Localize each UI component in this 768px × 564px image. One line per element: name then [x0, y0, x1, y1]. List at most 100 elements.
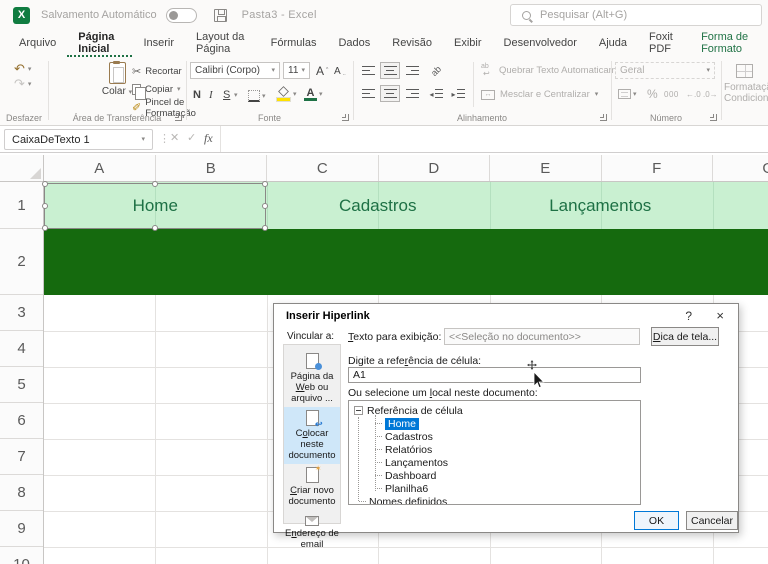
autosave-toggle[interactable]: [165, 7, 197, 23]
bold-button[interactable]: N: [193, 87, 201, 103]
close-icon[interactable]: ×: [716, 308, 724, 323]
tab-dados[interactable]: Dados: [327, 30, 381, 57]
tab-pagina-inicial[interactable]: Página Inicial: [67, 30, 133, 57]
align-left-button[interactable]: [358, 85, 378, 102]
cut-button[interactable]: Recortar: [132, 64, 181, 79]
name-box[interactable]: CaixaDeTexto 1: [4, 129, 153, 150]
dialog-launcher-icon[interactable]: [342, 114, 349, 121]
tab-desenvolvedor[interactable]: Desenvolvedor: [493, 30, 588, 57]
increase-indent-button[interactable]: [448, 85, 468, 102]
tab-formulas[interactable]: Fórmulas: [260, 30, 328, 57]
row-header-10[interactable]: 10: [0, 547, 43, 564]
tree-root-defined-names[interactable]: Nomes definidos: [354, 495, 635, 505]
sidebar-item-new-document[interactable]: Criar novo documento: [284, 463, 340, 510]
alignment-group-label: Alinhamento: [456, 113, 508, 123]
align-top-icon: [361, 66, 375, 75]
tree-item-dashboard[interactable]: Dashboard: [354, 469, 635, 482]
row-header-7[interactable]: 7: [0, 439, 43, 475]
tab-ajuda[interactable]: Ajuda: [588, 30, 638, 57]
cancel-button[interactable]: Cancelar: [686, 511, 738, 530]
tree-item-relatorios[interactable]: Relatórios: [354, 443, 635, 456]
banner-gridline: [490, 182, 491, 229]
orientation-button[interactable]: [426, 62, 446, 79]
font-name-combo[interactable]: Calibri (Corpo): [190, 62, 280, 79]
row-header-5[interactable]: 5: [0, 367, 43, 403]
chevron-down-icon[interactable]: [234, 92, 238, 99]
dialog-launcher-icon[interactable]: [175, 114, 182, 121]
tab-exibir[interactable]: Exibir: [443, 30, 493, 57]
number-format-combo: Geral: [615, 62, 715, 79]
font-color-icon: [304, 88, 317, 101]
dialog-launcher-icon[interactable]: [600, 114, 607, 121]
tab-arquivo[interactable]: Arquivo: [8, 30, 67, 57]
borders-button[interactable]: [248, 88, 266, 104]
sidebar-item-email[interactable]: Endereço de email: [284, 510, 340, 553]
column-header-g[interactable]: G: [713, 155, 768, 181]
column-header-e[interactable]: E: [490, 155, 602, 181]
row-header-2[interactable]: 2: [0, 229, 43, 295]
row-header-3[interactable]: 3: [0, 295, 43, 331]
tab-layout-da-pagina[interactable]: Layout da Página: [185, 30, 260, 57]
tree-item-lancamentos[interactable]: Lançamentos: [354, 456, 635, 469]
align-bottom-icon: [405, 66, 419, 75]
insert-function-icon[interactable]: fx: [204, 131, 213, 146]
decrease-font-button[interactable]: Aˆ: [334, 63, 345, 79]
italic-button[interactable]: I: [209, 87, 213, 103]
dark-green-band-row[interactable]: [44, 229, 768, 295]
column-header-b[interactable]: B: [156, 155, 267, 181]
ok-button[interactable]: OK: [634, 511, 679, 530]
tree-root-cell-reference[interactable]: Referência de célula: [354, 404, 635, 417]
align-bottom-button[interactable]: [402, 62, 422, 79]
align-top-button[interactable]: [358, 62, 378, 79]
align-center-button[interactable]: [380, 85, 400, 102]
font-size-combo[interactable]: 11: [283, 62, 310, 79]
row-header-4[interactable]: 4: [0, 331, 43, 367]
underline-button[interactable]: S: [223, 87, 230, 103]
row-header-8[interactable]: 8: [0, 475, 43, 511]
tree-root-label: Referência de célula: [367, 404, 463, 417]
cell-reference-input[interactable]: A1: [348, 367, 641, 383]
search-box[interactable]: Pesquisar (Alt+G): [510, 4, 762, 26]
nav-banner-row: Home Cadastros Lançamentos: [44, 182, 768, 229]
column-header-c[interactable]: C: [267, 155, 379, 181]
dialog-help-button[interactable]: ?: [685, 309, 692, 323]
confirm-entry-icon: [187, 131, 196, 144]
tree-item-planilha6[interactable]: Planilha6: [354, 482, 635, 495]
fill-color-button[interactable]: [276, 86, 297, 102]
tree-item-cadastros[interactable]: Cadastros: [354, 430, 635, 443]
tab-revisao[interactable]: Revisão: [381, 30, 443, 57]
row-header-9[interactable]: 9: [0, 511, 43, 547]
align-right-button[interactable]: [402, 85, 422, 102]
indent-lines-icon: [456, 89, 465, 98]
column-header-a[interactable]: A: [44, 155, 156, 181]
tab-forma-de-formato[interactable]: Forma de Formato: [690, 30, 768, 57]
select-place-label: Ou selecione um local neste documento:: [348, 387, 538, 399]
chevron-down-icon: [28, 66, 32, 73]
screentip-button[interactable]: Dica de tela...: [651, 327, 719, 346]
comma-style-button: 000: [664, 89, 679, 99]
sidebar-item-web-page[interactable]: Página da Web ou arquivo ...: [284, 350, 340, 407]
column-header-f[interactable]: F: [602, 155, 713, 181]
column-header-d[interactable]: D: [379, 155, 490, 181]
tab-inserir[interactable]: Inserir: [132, 30, 185, 57]
formula-input[interactable]: [220, 126, 768, 152]
row-header-1[interactable]: 1: [0, 182, 43, 229]
save-icon[interactable]: [213, 8, 227, 22]
decrease-indent-button[interactable]: [426, 85, 446, 102]
select-all-corner[interactable]: [0, 155, 44, 182]
row-header-6[interactable]: 6: [0, 403, 43, 439]
sidebar-item-place-in-document[interactable]: Colocar neste documento: [284, 407, 340, 464]
align-middle-icon: [383, 66, 397, 75]
paste-button[interactable]: Colar: [100, 61, 134, 97]
tree-item-home[interactable]: Home: [354, 417, 635, 430]
tab-foxit-pdf[interactable]: Foxit PDF: [638, 30, 690, 57]
dialog-launcher-icon[interactable]: [710, 114, 717, 121]
increase-font-button[interactable]: Aˆ: [316, 63, 328, 79]
collapse-icon[interactable]: [354, 406, 363, 415]
copy-button[interactable]: Copiar: [132, 82, 181, 100]
font-color-button[interactable]: [304, 86, 323, 102]
align-middle-button[interactable]: [380, 62, 400, 79]
document-location-tree[interactable]: Referência de célula Home Cadastros Rela…: [348, 400, 641, 505]
undo-button[interactable]: [14, 62, 48, 76]
title-bar: Salvamento Automático Pasta3 - Excel Pes…: [0, 0, 768, 30]
